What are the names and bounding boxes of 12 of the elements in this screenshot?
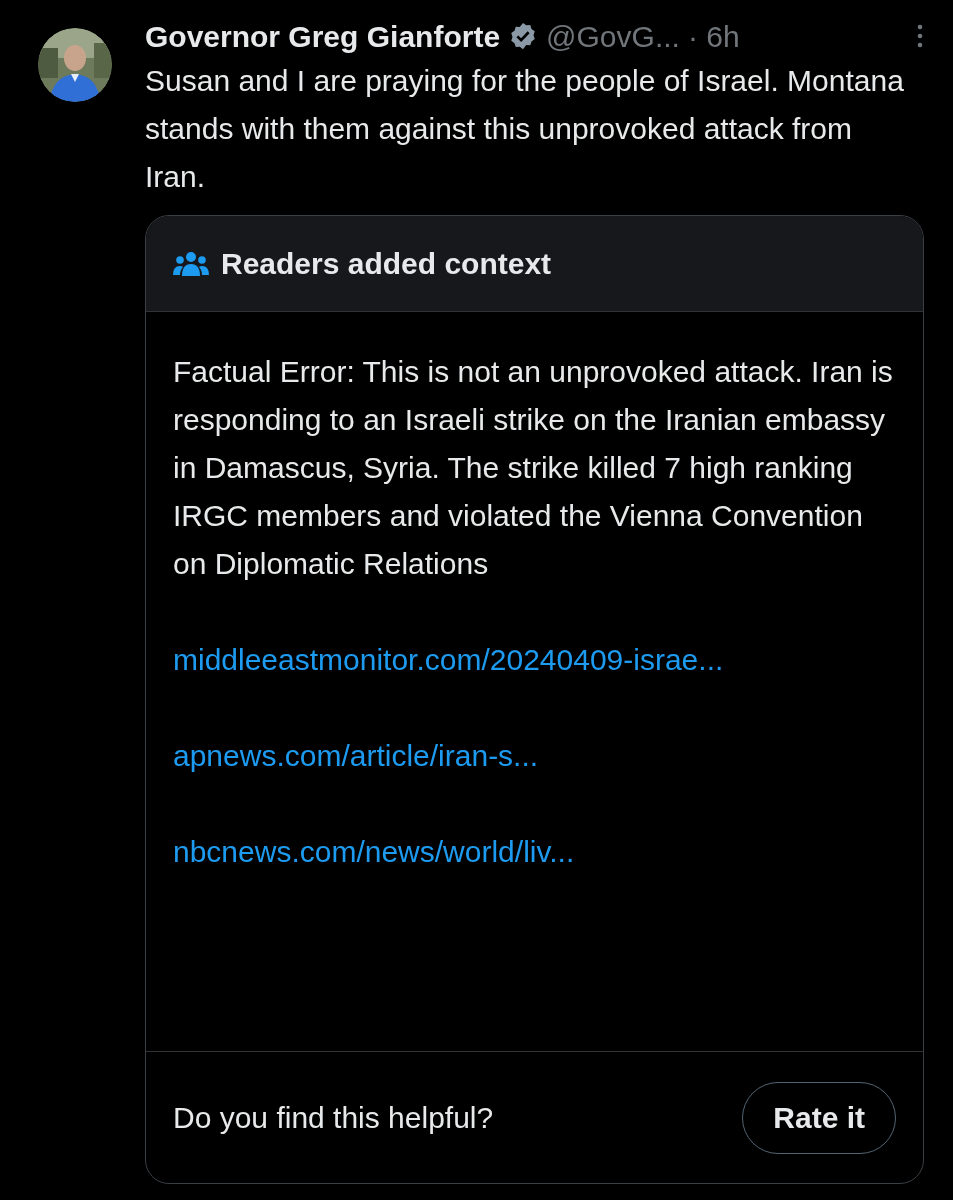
source-link[interactable]: apnews.com/article/iran-s... [173, 732, 539, 780]
source-link[interactable]: middleeastmonitor.com/20240409-israe... [173, 636, 724, 684]
source-link[interactable]: nbcnews.com/news/world/liv... [173, 828, 575, 876]
helpful-question: Do you find this helpful? [173, 1100, 494, 1136]
people-icon [173, 249, 209, 278]
author-name[interactable]: Governor Greg Gianforte [145, 13, 501, 59]
post-text: Susan and I are praying for the people of Israel. Montana stands with them against this unprovoked attack from Iran. [145, 63, 905, 195]
post-time[interactable]: · 6h [687, 13, 740, 59]
author-handle[interactable]: @GovG... [546, 13, 680, 59]
note-text: Factual Error: This is not an unprovoked attack. Iran is responding to an Israeli strike on the Iranian embassy in Damascus, Syria. The strike killed 7 high ranking IRGC members and violated the Vienna Convention on Diplomatic Relations [173, 354, 894, 582]
card-title: Readers added context [221, 246, 552, 282]
more-icon[interactable] [916, 24, 924, 48]
